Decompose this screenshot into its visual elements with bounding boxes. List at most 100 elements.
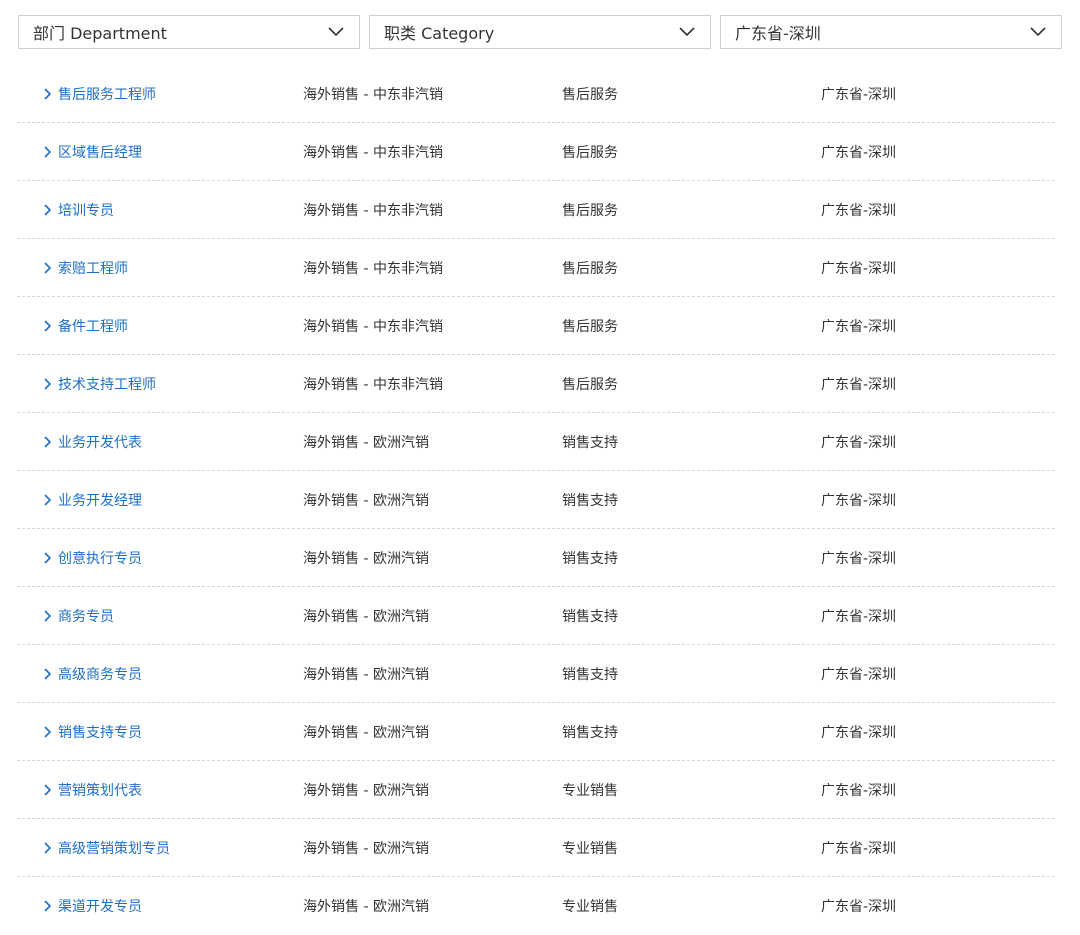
job-row: 培训专员 海外销售 - 中东非汽销 售后服务 广东省-深圳 bbox=[17, 181, 1055, 239]
job-row: 创意执行专员 海外销售 - 欧洲汽销 销售支持 广东省-深圳 bbox=[17, 529, 1055, 587]
job-category: 售后服务 bbox=[562, 202, 618, 219]
chevron-right-icon bbox=[44, 377, 52, 390]
department-select-label: 部门 Department bbox=[33, 24, 167, 43]
job-title-link[interactable]: 售后服务工程师 bbox=[17, 84, 303, 104]
job-location: 广东省-深圳 bbox=[821, 724, 897, 741]
job-location: 广东省-深圳 bbox=[821, 550, 897, 567]
filter-bar: 部门 Department 职类 Category 广东省-深圳 bbox=[18, 15, 1062, 51]
job-title-link[interactable]: 商务专员 bbox=[17, 606, 303, 626]
job-title-text: 售后服务工程师 bbox=[58, 86, 156, 103]
job-row: 技术支持工程师 海外销售 - 中东非汽销 售后服务 广东省-深圳 bbox=[17, 355, 1055, 413]
job-title-link[interactable]: 营销策划代表 bbox=[17, 780, 303, 800]
chevron-right-icon bbox=[44, 319, 52, 332]
job-location: 广东省-深圳 bbox=[821, 376, 897, 393]
job-location: 广东省-深圳 bbox=[821, 434, 897, 451]
job-department: 海外销售 - 欧洲汽销 bbox=[303, 666, 429, 683]
job-title-text: 备件工程师 bbox=[58, 318, 128, 335]
chevron-right-icon bbox=[44, 551, 52, 564]
location-select-label: 广东省-深圳 bbox=[735, 24, 821, 43]
job-location: 广东省-深圳 bbox=[821, 86, 897, 103]
job-title-link[interactable]: 技术支持工程师 bbox=[17, 374, 303, 394]
job-department: 海外销售 - 中东非汽销 bbox=[303, 202, 443, 219]
chevron-down-icon bbox=[1030, 27, 1046, 37]
job-title-link[interactable]: 销售支持专员 bbox=[17, 722, 303, 742]
chevron-right-icon bbox=[44, 667, 52, 680]
job-row: 业务开发代表 海外销售 - 欧洲汽销 销售支持 广东省-深圳 bbox=[17, 413, 1055, 471]
job-title-text: 业务开发经理 bbox=[58, 492, 142, 509]
chevron-right-icon bbox=[44, 203, 52, 216]
job-row: 索赔工程师 海外销售 - 中东非汽销 售后服务 广东省-深圳 bbox=[17, 239, 1055, 297]
job-title-link[interactable]: 高级营销策划专员 bbox=[17, 838, 303, 858]
job-row: 销售支持专员 海外销售 - 欧洲汽销 销售支持 广东省-深圳 bbox=[17, 703, 1055, 761]
job-title-text: 销售支持专员 bbox=[58, 724, 142, 741]
job-department: 海外销售 - 中东非汽销 bbox=[303, 376, 443, 393]
job-category: 销售支持 bbox=[562, 608, 618, 625]
job-category: 售后服务 bbox=[562, 144, 618, 161]
job-title-link[interactable]: 高级商务专员 bbox=[17, 664, 303, 684]
job-title-text: 商务专员 bbox=[58, 608, 114, 625]
job-title-link[interactable]: 区域售后经理 bbox=[17, 142, 303, 162]
job-location: 广东省-深圳 bbox=[821, 144, 897, 161]
job-category: 销售支持 bbox=[562, 492, 618, 509]
job-title-text: 营销策划代表 bbox=[58, 782, 142, 799]
job-title-text: 高级营销策划专员 bbox=[58, 840, 170, 857]
job-title-text: 区域售后经理 bbox=[58, 144, 142, 161]
category-select-label: 职类 Category bbox=[384, 24, 495, 43]
job-category: 销售支持 bbox=[562, 434, 618, 451]
job-row: 售后服务工程师 海外销售 - 中东非汽销 售后服务 广东省-深圳 bbox=[17, 65, 1055, 123]
job-list: 售后服务工程师 海外销售 - 中东非汽销 售后服务 广东省-深圳 区域售后经理 … bbox=[17, 65, 1055, 935]
job-location: 广东省-深圳 bbox=[821, 840, 897, 857]
job-title-text: 索赔工程师 bbox=[58, 260, 128, 277]
job-location: 广东省-深圳 bbox=[821, 318, 897, 335]
job-category: 专业销售 bbox=[562, 840, 618, 857]
job-location: 广东省-深圳 bbox=[821, 666, 897, 683]
job-category: 售后服务 bbox=[562, 86, 618, 103]
job-location: 广东省-深圳 bbox=[821, 782, 897, 799]
chevron-down-icon bbox=[328, 27, 344, 37]
job-title-link[interactable]: 备件工程师 bbox=[17, 316, 303, 336]
job-category: 销售支持 bbox=[562, 550, 618, 567]
job-title-text: 培训专员 bbox=[58, 202, 114, 219]
job-title-link[interactable]: 业务开发代表 bbox=[17, 432, 303, 452]
job-row: 渠道开发专员 海外销售 - 欧洲汽销 专业销售 广东省-深圳 bbox=[17, 877, 1055, 935]
job-department: 海外销售 - 中东非汽销 bbox=[303, 260, 443, 277]
job-department: 海外销售 - 欧洲汽销 bbox=[303, 724, 429, 741]
job-row: 高级商务专员 海外销售 - 欧洲汽销 销售支持 广东省-深圳 bbox=[17, 645, 1055, 703]
job-title-text: 创意执行专员 bbox=[58, 550, 142, 567]
chevron-right-icon bbox=[44, 609, 52, 622]
job-department: 海外销售 - 中东非汽销 bbox=[303, 144, 443, 161]
chevron-down-icon bbox=[679, 27, 695, 37]
job-title-text: 技术支持工程师 bbox=[58, 376, 156, 393]
chevron-right-icon bbox=[44, 725, 52, 738]
job-title-link[interactable]: 业务开发经理 bbox=[17, 490, 303, 510]
job-title-text: 渠道开发专员 bbox=[58, 899, 142, 915]
job-title-link[interactable]: 培训专员 bbox=[17, 200, 303, 220]
category-select[interactable]: 职类 Category bbox=[369, 15, 711, 49]
chevron-right-icon bbox=[44, 783, 52, 796]
job-location: 广东省-深圳 bbox=[821, 260, 897, 277]
job-category: 售后服务 bbox=[562, 376, 618, 393]
job-row: 高级营销策划专员 海外销售 - 欧洲汽销 专业销售 广东省-深圳 bbox=[17, 819, 1055, 877]
job-category: 售后服务 bbox=[562, 318, 618, 335]
chevron-right-icon bbox=[44, 145, 52, 158]
chevron-right-icon bbox=[44, 841, 52, 854]
job-row: 备件工程师 海外销售 - 中东非汽销 售后服务 广东省-深圳 bbox=[17, 297, 1055, 355]
job-location: 广东省-深圳 bbox=[821, 899, 897, 915]
job-title-link[interactable]: 索赔工程师 bbox=[17, 258, 303, 278]
job-title-link[interactable]: 渠道开发专员 bbox=[17, 896, 303, 916]
job-department: 海外销售 - 欧洲汽销 bbox=[303, 492, 429, 509]
job-category: 专业销售 bbox=[562, 899, 618, 915]
job-row: 业务开发经理 海外销售 - 欧洲汽销 销售支持 广东省-深圳 bbox=[17, 471, 1055, 529]
chevron-right-icon bbox=[44, 493, 52, 506]
job-department: 海外销售 - 欧洲汽销 bbox=[303, 550, 429, 567]
job-department: 海外销售 - 欧洲汽销 bbox=[303, 899, 429, 915]
job-department: 海外销售 - 欧洲汽销 bbox=[303, 782, 429, 799]
location-select[interactable]: 广东省-深圳 bbox=[720, 15, 1062, 49]
job-title-link[interactable]: 创意执行专员 bbox=[17, 548, 303, 568]
job-department: 海外销售 - 中东非汽销 bbox=[303, 318, 443, 335]
job-row: 营销策划代表 海外销售 - 欧洲汽销 专业销售 广东省-深圳 bbox=[17, 761, 1055, 819]
department-select[interactable]: 部门 Department bbox=[18, 15, 360, 49]
job-row: 商务专员 海外销售 - 欧洲汽销 销售支持 广东省-深圳 bbox=[17, 587, 1055, 645]
job-location: 广东省-深圳 bbox=[821, 492, 897, 509]
chevron-right-icon bbox=[44, 900, 52, 912]
